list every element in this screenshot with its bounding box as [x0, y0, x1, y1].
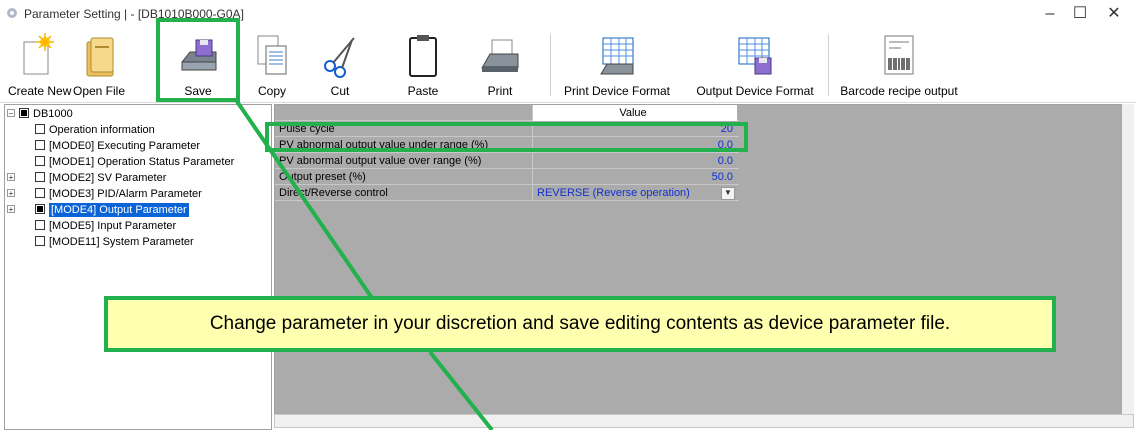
tree-item-checkbox[interactable] — [35, 172, 45, 182]
tree-item-checkbox[interactable] — [35, 124, 45, 134]
tree-item-label: [MODE0] Executing Parameter — [49, 140, 201, 152]
open-file-label: Open File — [72, 84, 126, 98]
cut-label: Cut — [330, 84, 350, 98]
parameter-value-select[interactable]: REVERSE (Reverse operation) ▼ — [533, 185, 737, 201]
toolbar-separator — [828, 34, 829, 96]
folder-icon — [86, 37, 114, 77]
copy-icon — [257, 35, 287, 75]
tree-item-checkbox[interactable] — [35, 236, 45, 246]
tree-item-label: [MODE11] System Parameter — [49, 236, 194, 248]
instruction-callout: Change parameter in your discretion and … — [104, 296, 1056, 352]
copy-button[interactable]: Copy — [250, 28, 294, 100]
paste-button[interactable]: Paste — [398, 28, 448, 100]
print-format-icon — [600, 37, 634, 75]
table-row[interactable]: PV abnormal output value over range (%) 0… — [275, 153, 739, 169]
parameter-value[interactable]: 50.0 — [533, 169, 737, 185]
checkbox-root[interactable] — [19, 108, 29, 118]
close-button[interactable]: ✕ — [1092, 0, 1136, 28]
create-new-label: Create New — [8, 84, 72, 98]
tree-item-checkbox[interactable] — [35, 220, 45, 230]
app-icon — [7, 8, 17, 18]
output-device-format-button[interactable]: Output Device Format — [690, 28, 820, 100]
tree-item-checkbox[interactable] — [35, 188, 45, 198]
tree-item-label: [MODE3] PID/Alarm Parameter — [49, 188, 202, 200]
create-new-button[interactable]: Create New — [8, 28, 72, 100]
tree-item-checkbox[interactable] — [35, 204, 45, 214]
new-file-icon — [23, 33, 54, 75]
expand-icon[interactable]: + — [7, 189, 15, 198]
toolbar-separator — [550, 34, 551, 96]
header-value: Value — [533, 105, 737, 121]
table-header: Value — [275, 105, 739, 121]
output-device-format-label: Output Device Format — [696, 84, 814, 98]
tree-item-label: [MODE4] Output Parameter — [49, 203, 189, 217]
output-format-icon — [738, 37, 772, 75]
tree-item-checkbox[interactable] — [35, 140, 45, 150]
barcode-icon — [884, 35, 914, 75]
horizontal-scrollbar[interactable] — [274, 414, 1134, 428]
tree-item-checkbox[interactable] — [35, 156, 45, 166]
tree-item-label: [MODE5] Input Parameter — [49, 220, 177, 232]
barcode-recipe-output-button[interactable]: Barcode recipe output — [836, 28, 962, 100]
clipboard-icon — [409, 35, 437, 77]
table-row[interactable]: Output preset (%) 50.0 — [275, 169, 739, 185]
open-file-button[interactable]: Open File — [68, 28, 130, 100]
collapse-icon[interactable]: − — [7, 109, 15, 118]
scissors-icon — [324, 37, 355, 78]
print-label: Print — [487, 84, 513, 98]
chevron-down-icon[interactable]: ▼ — [721, 187, 735, 200]
expand-icon[interactable]: + — [7, 173, 15, 182]
parameter-name: Direct/Reverse control — [275, 185, 533, 201]
parameter-value[interactable]: 0.0 — [533, 153, 737, 169]
parameter-name: PV abnormal output value over range (%) — [275, 153, 533, 169]
tree-item-label: [MODE2] SV Parameter — [49, 172, 167, 184]
tree-item-label: Operation information — [49, 124, 155, 136]
barcode-recipe-output-label: Barcode recipe output — [840, 84, 958, 98]
expand-icon[interactable]: + — [7, 205, 15, 214]
save-highlight-box — [156, 18, 240, 102]
print-button[interactable]: Print — [474, 28, 526, 100]
header-name-cell — [275, 105, 533, 121]
cut-button[interactable]: Cut — [318, 28, 362, 100]
tree-root-label: DB1000 — [33, 108, 73, 120]
paste-label: Paste — [407, 84, 439, 98]
parameter-value: REVERSE (Reverse operation) — [537, 187, 690, 199]
print-device-format-label: Print Device Format — [563, 84, 671, 98]
table-row[interactable]: Direct/Reverse control REVERSE (Reverse o… — [275, 185, 739, 201]
pulse-cycle-highlight-box — [265, 122, 748, 152]
parameter-tree[interactable]: − DB1000 Operation information [MODE0] Ex… — [4, 104, 272, 430]
printer-icon — [481, 39, 519, 72]
copy-label: Copy — [257, 84, 286, 98]
tree-item-label: [MODE1] Operation Status Parameter — [49, 156, 235, 168]
print-device-format-button[interactable]: Print Device Format — [556, 28, 678, 100]
vertical-scrollbar[interactable] — [1122, 104, 1134, 414]
parameter-name: Output preset (%) — [275, 169, 533, 185]
